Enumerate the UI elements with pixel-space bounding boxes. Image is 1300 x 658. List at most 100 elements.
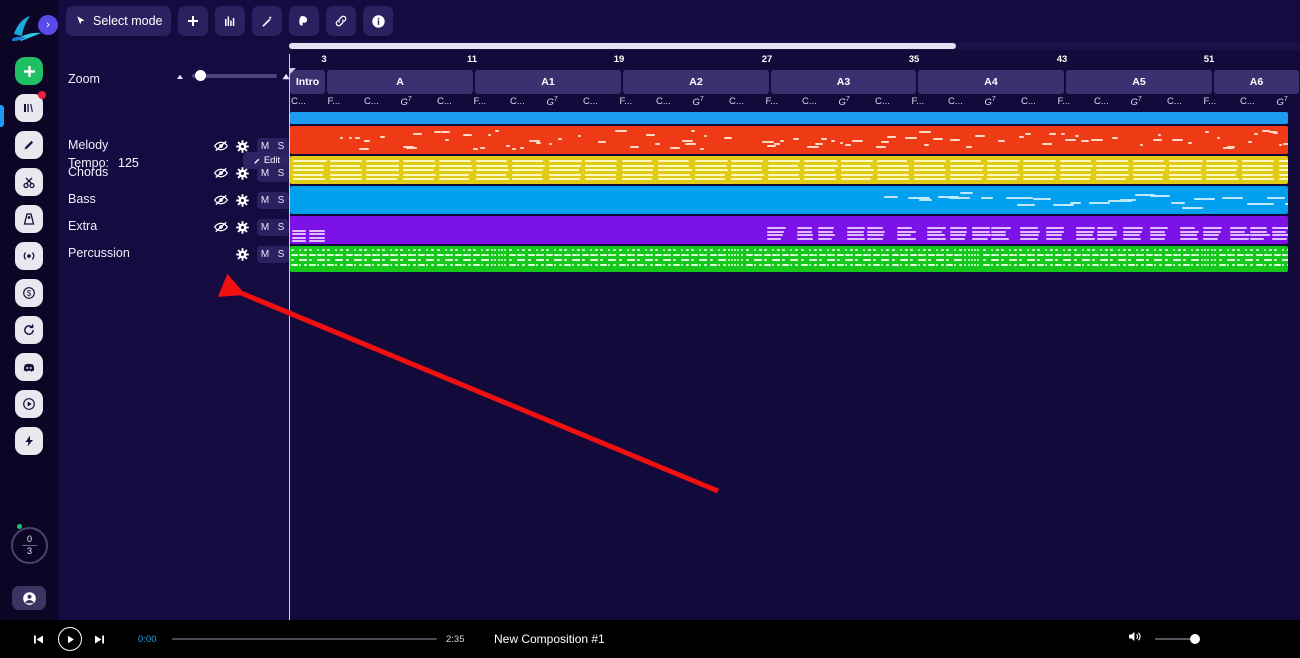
- note[interactable]: [505, 145, 511, 147]
- mute-button[interactable]: M: [257, 218, 273, 236]
- note[interactable]: [1201, 249, 1203, 251]
- note[interactable]: [371, 249, 374, 251]
- note[interactable]: [941, 264, 944, 266]
- note[interactable]: [564, 264, 571, 266]
- note[interactable]: [1000, 254, 1008, 256]
- note[interactable]: [950, 164, 984, 167]
- note[interactable]: [1091, 254, 1099, 256]
- note[interactable]: [572, 249, 574, 251]
- note[interactable]: [558, 259, 562, 261]
- note[interactable]: [1050, 254, 1054, 256]
- note[interactable]: [772, 264, 775, 266]
- note[interactable]: [1123, 230, 1142, 233]
- note[interactable]: [904, 254, 908, 256]
- note[interactable]: [400, 259, 404, 261]
- note[interactable]: [1268, 249, 1272, 251]
- note[interactable]: [767, 178, 801, 181]
- note[interactable]: [1091, 264, 1099, 266]
- note[interactable]: [644, 249, 647, 251]
- chord-label[interactable]: G7: [1131, 96, 1142, 108]
- note[interactable]: [292, 240, 306, 243]
- note[interactable]: [727, 254, 730, 256]
- note[interactable]: [1248, 141, 1252, 143]
- note[interactable]: [1182, 254, 1190, 256]
- note[interactable]: [937, 138, 942, 140]
- note[interactable]: [808, 264, 811, 266]
- note[interactable]: [1096, 178, 1127, 181]
- note[interactable]: [626, 264, 629, 266]
- note[interactable]: [292, 233, 306, 236]
- note[interactable]: [997, 140, 1006, 142]
- note[interactable]: [649, 264, 653, 266]
- note[interactable]: [292, 236, 306, 239]
- note[interactable]: [966, 146, 973, 148]
- note[interactable]: [1073, 249, 1077, 251]
- note[interactable]: [436, 259, 440, 261]
- note[interactable]: [909, 249, 913, 251]
- gear-icon[interactable]: [236, 247, 249, 261]
- note[interactable]: [964, 259, 967, 261]
- note[interactable]: [717, 264, 720, 266]
- eye-off-icon[interactable]: [214, 194, 228, 206]
- note[interactable]: [899, 264, 902, 266]
- note[interactable]: [509, 249, 513, 251]
- note[interactable]: [1249, 230, 1267, 233]
- note[interactable]: [1005, 197, 1034, 199]
- note[interactable]: [487, 134, 492, 136]
- note[interactable]: [746, 249, 749, 251]
- note[interactable]: [655, 249, 658, 251]
- note[interactable]: [813, 264, 817, 266]
- note[interactable]: [846, 230, 864, 233]
- note[interactable]: [970, 264, 973, 266]
- note[interactable]: [731, 259, 733, 261]
- note[interactable]: [1187, 142, 1192, 144]
- lane-percussion[interactable]: [290, 246, 1288, 272]
- note[interactable]: [548, 169, 580, 172]
- note[interactable]: [967, 259, 970, 261]
- chord-label[interactable]: C...: [291, 96, 306, 107]
- note[interactable]: [800, 259, 804, 261]
- note[interactable]: [767, 169, 800, 172]
- note[interactable]: [746, 264, 753, 266]
- note[interactable]: [418, 264, 426, 266]
- note[interactable]: [991, 230, 1006, 233]
- section-block[interactable]: A6: [1214, 70, 1299, 94]
- note[interactable]: [402, 178, 435, 181]
- note[interactable]: [631, 249, 635, 251]
- note[interactable]: [376, 259, 380, 261]
- note[interactable]: [905, 137, 917, 139]
- note[interactable]: [863, 249, 866, 251]
- note[interactable]: [972, 237, 988, 240]
- note[interactable]: [1059, 178, 1091, 181]
- history-button[interactable]: [15, 316, 43, 344]
- note[interactable]: [1201, 254, 1203, 256]
- eye-off-icon[interactable]: [214, 167, 228, 179]
- note[interactable]: [366, 164, 399, 167]
- discord-button[interactable]: [15, 353, 43, 381]
- note[interactable]: [1064, 139, 1076, 141]
- note[interactable]: [636, 249, 640, 251]
- note[interactable]: [358, 264, 362, 266]
- note[interactable]: [977, 259, 980, 261]
- note[interactable]: [504, 254, 506, 256]
- note[interactable]: [1268, 259, 1272, 261]
- chord-label[interactable]: C...: [802, 96, 817, 107]
- note[interactable]: [922, 259, 926, 261]
- note[interactable]: [767, 227, 787, 229]
- note[interactable]: [595, 259, 599, 261]
- note[interactable]: [840, 160, 874, 162]
- note[interactable]: [868, 264, 872, 266]
- note[interactable]: [1286, 264, 1288, 266]
- note[interactable]: [1055, 254, 1063, 256]
- note[interactable]: [852, 140, 863, 142]
- note[interactable]: [431, 259, 435, 261]
- note[interactable]: [548, 160, 582, 162]
- note[interactable]: [1055, 264, 1063, 266]
- note[interactable]: [673, 259, 677, 261]
- note[interactable]: [927, 227, 946, 229]
- note[interactable]: [644, 264, 647, 266]
- note[interactable]: [1190, 264, 1193, 266]
- note[interactable]: [512, 173, 543, 176]
- note[interactable]: [1195, 249, 1199, 251]
- note[interactable]: [1110, 259, 1113, 261]
